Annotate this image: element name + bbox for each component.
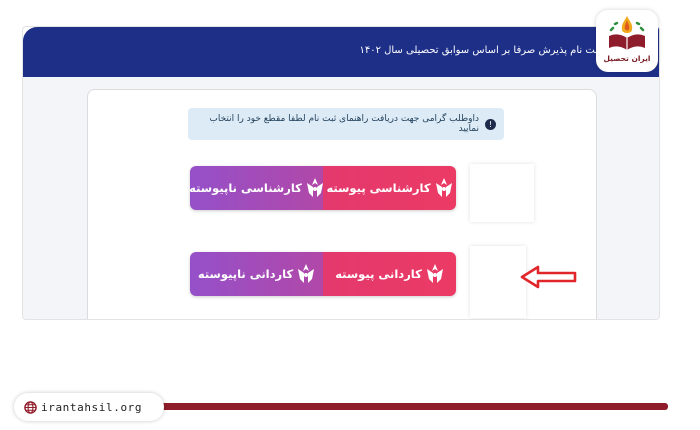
azad-university-logo-icon bbox=[298, 264, 315, 283]
button-label: کارشناسی ناپیوسته bbox=[190, 181, 302, 195]
info-notice: ! داوطلب گرامی جهت دریافت راهنمای ثبت نا… bbox=[188, 108, 504, 140]
content-area: ! داوطلب گرامی جهت دریافت راهنمای ثبت نا… bbox=[23, 77, 659, 319]
header-bar: ثبت نام پذیرش صرفا بر اساس سوابق تحصیلی … bbox=[23, 27, 659, 77]
notice-text: داوطلب گرامی جهت دریافت راهنمای ثبت نام … bbox=[209, 114, 479, 134]
placeholder-box bbox=[470, 164, 534, 222]
kardani-peyvasteh-button[interactable]: کاردانی پیوسته bbox=[323, 252, 456, 296]
brand-name: ایران تحصیل bbox=[603, 54, 651, 63]
footer-url: irantahsil.org bbox=[41, 400, 143, 414]
globe-icon bbox=[24, 400, 37, 414]
azad-university-logo-icon bbox=[435, 178, 452, 197]
button-label: کارشناسی پیوسته bbox=[326, 181, 431, 195]
button-label: کاردانی پیوسته bbox=[335, 267, 422, 281]
button-row-kardani: کاردانی ناپیوسته کاردانی پیوسته bbox=[190, 252, 456, 296]
selection-card: ! داوطلب گرامی جهت دریافت راهنمای ثبت نا… bbox=[87, 89, 597, 319]
karshenasi-napeyvasteh-button[interactable]: کارشناسی ناپیوسته bbox=[190, 166, 323, 210]
book-flame-logo-icon bbox=[609, 16, 645, 50]
kardani-napeyvasteh-button[interactable]: کاردانی ناپیوسته bbox=[190, 252, 323, 296]
footer-url-pill[interactable]: irantahsil.org bbox=[14, 393, 164, 421]
placeholder-box bbox=[470, 246, 526, 318]
header-title: ثبت نام پذیرش صرفا بر اساس سوابق تحصیلی … bbox=[359, 45, 601, 56]
browser-screenshot: ثبت نام پذیرش صرفا بر اساس سوابق تحصیلی … bbox=[22, 26, 660, 320]
azad-university-logo-icon bbox=[426, 264, 443, 283]
button-label: کاردانی ناپیوسته bbox=[197, 267, 294, 281]
button-row-karshenasi: کارشناسی ناپیوسته کارشناسی پیوسته bbox=[190, 166, 456, 210]
brand-logo: ایران تحصیل bbox=[596, 10, 658, 72]
karshenasi-peyvasteh-button[interactable]: کارشناسی پیوسته bbox=[323, 166, 456, 210]
info-icon: ! bbox=[485, 118, 496, 130]
azad-university-logo-icon bbox=[306, 178, 323, 197]
red-arrow-icon bbox=[520, 265, 577, 289]
footer-line bbox=[160, 403, 668, 410]
